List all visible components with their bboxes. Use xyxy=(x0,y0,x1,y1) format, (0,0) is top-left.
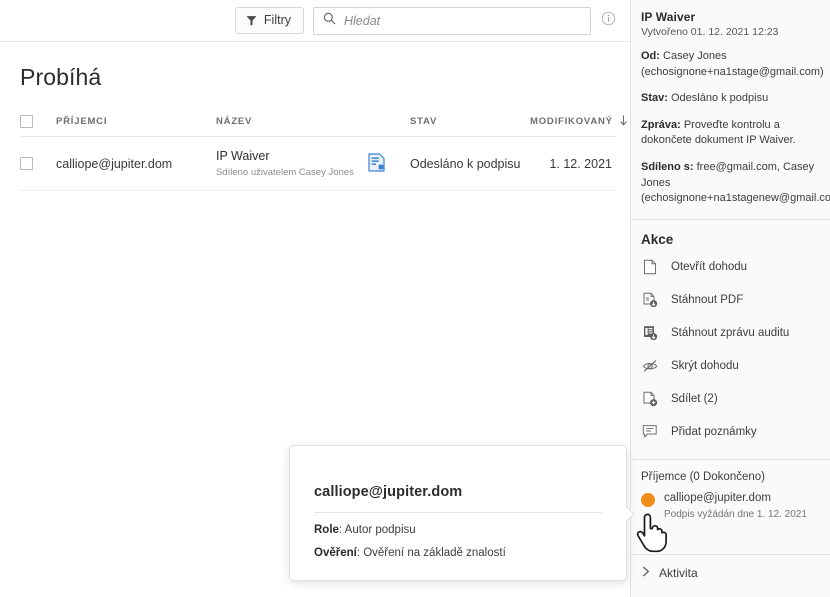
panel-state-row: Stav: Odesláno k podpisu xyxy=(641,91,822,107)
row-checkbox[interactable] xyxy=(20,157,33,170)
app-root: Filtry Probíhá xyxy=(0,0,830,597)
info-icon[interactable] xyxy=(601,11,616,31)
activity-section-toggle[interactable]: Aktivita xyxy=(631,553,830,591)
panel-recipients-section: Příjemce (0 Dokončeno) calliope@jupiter.… xyxy=(631,458,830,520)
panel-shared-label: Sdíleno s: xyxy=(641,161,694,174)
action-add-notes[interactable]: Přidat poznámky xyxy=(631,416,830,449)
chevron-right-icon xyxy=(642,566,650,580)
column-header-modified[interactable]: MODIFIKOVANÝ xyxy=(530,115,632,129)
panel-shared-email: (echosignone+na1stagenew@gmail.com) xyxy=(641,192,830,205)
cell-document-type xyxy=(368,152,410,175)
panel-actions-section: Akce Otevřít dohodu Stáhnout PDF Stáhnou… xyxy=(631,218,830,459)
filters-button-label: Filtry xyxy=(263,13,291,28)
panel-summary-section: IP Waiver Vytvořeno 01. 12. 2021 12:23 O… xyxy=(631,0,830,219)
cell-recipient: calliope@jupiter.dom xyxy=(56,156,173,171)
panel-message-label: Zpráva: xyxy=(641,118,681,131)
cell-modified: 1. 12. 2021 xyxy=(549,156,612,171)
comment-icon xyxy=(642,424,658,440)
recipient-email[interactable]: calliope@jupiter.dom xyxy=(664,492,771,504)
form-document-icon xyxy=(368,152,385,175)
table-row[interactable]: calliope@jupiter.dom IP Waiver Sdíleno u… xyxy=(20,137,616,191)
panel-shared-row: Sdíleno s: free@gmail.com, Casey Jones (… xyxy=(641,160,830,207)
select-all-cell xyxy=(20,115,56,128)
panel-state-label: Stav: xyxy=(641,92,668,105)
search-input[interactable] xyxy=(344,13,590,28)
toolbar: Filtry xyxy=(0,0,630,42)
search-icon xyxy=(323,12,336,30)
popup-verification-row: Ověření: Ověření na základě znalostí xyxy=(314,547,602,559)
action-hide-agreement[interactable]: Skrýt dohodu xyxy=(631,350,830,383)
details-panel: IP Waiver Vytvořeno 01. 12. 2021 12:23 O… xyxy=(630,0,830,597)
panel-from-value: Casey Jones xyxy=(663,50,727,62)
action-open-agreement[interactable]: Otevřít dohodu xyxy=(631,251,830,284)
action-share-label: Sdílet (2) xyxy=(671,393,718,406)
column-header-modified-label: MODIFIKOVANÝ xyxy=(530,116,613,127)
popup-role-label: Role xyxy=(314,524,339,536)
cell-state: Odesláno k podpisu xyxy=(410,156,521,171)
recipient-details-popup: calliope@jupiter.dom Role: Autor podpisu… xyxy=(289,445,627,581)
popup-title: calliope@jupiter.dom xyxy=(314,484,602,513)
column-header-name[interactable]: NÁZEV xyxy=(216,116,368,127)
panel-from-email: (echosignone+na1stage@gmail.com) xyxy=(641,65,824,78)
avatar xyxy=(641,492,655,507)
recipient-info: calliope@jupiter.dom Podpis vyžádán dne … xyxy=(664,492,807,520)
panel-document-title: IP Waiver xyxy=(641,10,696,24)
panel-created-date: Vytvořeno 01. 12. 2021 12:23 xyxy=(641,26,779,38)
document-name: IP Waiver xyxy=(216,148,270,163)
filters-button[interactable]: Filtry xyxy=(234,7,304,34)
table-header-row: PŘÍJEMCI NÁZEV STAV MODIFIKOVANÝ xyxy=(20,107,627,137)
funnel-icon xyxy=(246,15,257,26)
search-box[interactable] xyxy=(313,6,591,35)
document-shared-by: Sdíleno uživatelem Casey Jones xyxy=(216,167,354,179)
row-select-cell xyxy=(20,157,56,170)
action-add-notes-label: Přidat poznámky xyxy=(671,426,757,439)
panel-state-value: Odesláno k podpisu xyxy=(670,92,769,105)
select-all-checkbox[interactable] xyxy=(20,115,33,128)
actions-list: Otevřít dohodu Stáhnout PDF Stáhnout zpr… xyxy=(631,251,830,459)
action-download-audit-label: Stáhnout zprávu auditu xyxy=(671,327,790,340)
popup-verification-value: : Ověření na základě znalostí xyxy=(356,547,506,559)
panel-from-row: Od: Casey Jones (echosignone+na1stage@gm… xyxy=(641,49,824,80)
popup-verification-label: Ověření xyxy=(314,547,357,559)
recipient-status: Podpis vyžádán dne 1. 12. 2021 xyxy=(664,508,807,520)
page-title: Probíhá xyxy=(20,64,102,90)
agreements-table: PŘÍJEMCI NÁZEV STAV MODIFIKOVANÝ calliop… xyxy=(0,107,630,191)
share-document-icon xyxy=(642,391,658,407)
download-pdf-icon xyxy=(642,292,658,308)
action-download-pdf[interactable]: Stáhnout PDF xyxy=(631,284,830,317)
action-share[interactable]: Sdílet (2) xyxy=(631,383,830,416)
recipients-title: Příjemce (0 Dokončeno) xyxy=(641,470,765,483)
recipient-row[interactable]: calliope@jupiter.dom Podpis vyžádán dne … xyxy=(631,492,830,520)
panel-from-label: Od: xyxy=(641,50,660,62)
action-download-pdf-label: Stáhnout PDF xyxy=(671,294,744,307)
download-audit-icon xyxy=(642,325,658,341)
document-icon xyxy=(642,259,658,275)
column-header-recipients[interactable]: PŘÍJEMCI xyxy=(56,116,216,127)
activity-label: Aktivita xyxy=(659,565,698,580)
cell-name: IP Waiver Sdíleno uživatelem Casey Jones xyxy=(216,149,368,179)
action-hide-agreement-label: Skrýt dohodu xyxy=(671,360,739,373)
actions-title: Akce xyxy=(641,231,674,247)
action-open-agreement-label: Otevřít dohodu xyxy=(671,261,748,274)
sort-descending-icon xyxy=(619,115,628,129)
eye-off-icon xyxy=(642,358,658,374)
popup-role-row: Role: Autor podpisu xyxy=(314,524,602,536)
panel-message-row: Zpráva: Proveďte kontrolu a dokončete do… xyxy=(641,118,822,149)
action-download-audit-report[interactable]: Stáhnout zprávu auditu xyxy=(631,317,830,350)
popup-role-value: : Autor podpisu xyxy=(338,524,416,536)
column-header-state[interactable]: STAV xyxy=(410,116,530,127)
